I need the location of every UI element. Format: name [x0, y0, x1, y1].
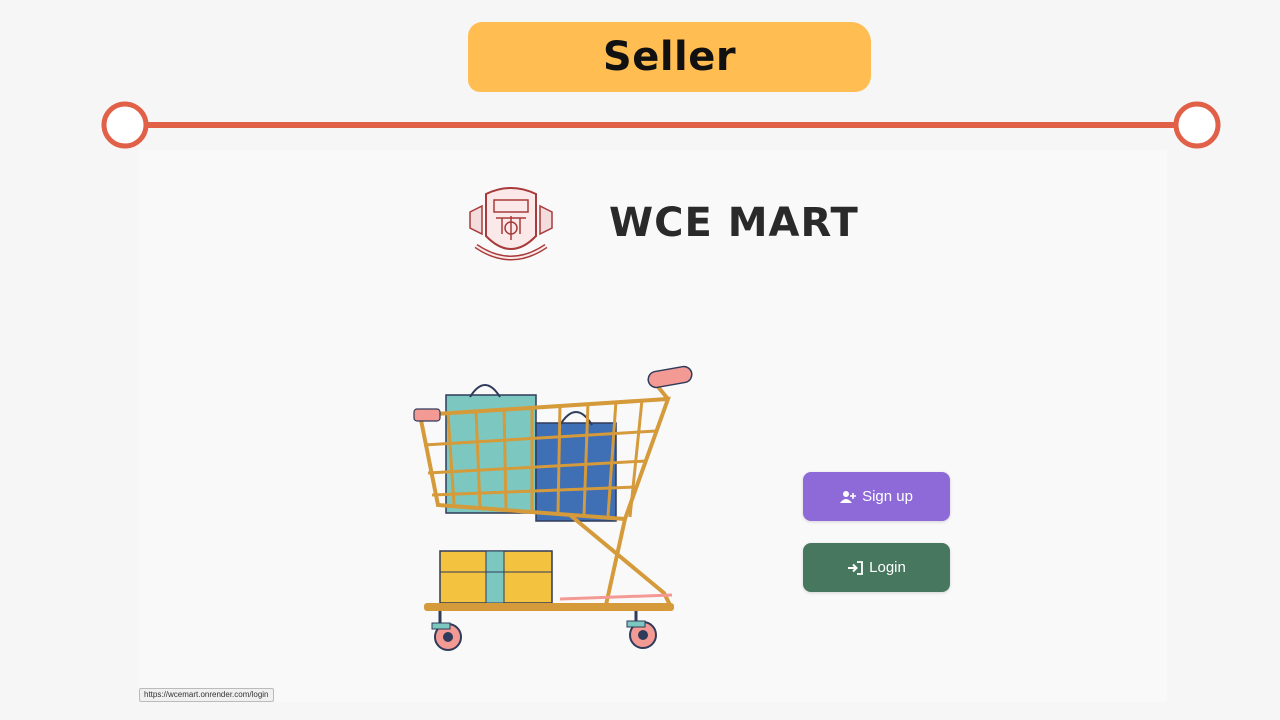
- timeline-end-node: [1173, 101, 1221, 149]
- login-label: Login: [869, 559, 906, 576]
- shopping-cart-illustration: [413, 365, 693, 651]
- slide-title-banner: Seller: [468, 22, 871, 92]
- sign-in-icon: [848, 560, 864, 575]
- signup-button[interactable]: Sign up: [803, 472, 950, 521]
- timeline-start-node: [101, 101, 149, 149]
- college-crest-icon: [469, 187, 553, 261]
- browser-status-url: https://wcemart.onrender.com/login: [139, 688, 274, 702]
- slide-title: Seller: [602, 34, 737, 80]
- signup-label: Sign up: [862, 488, 913, 505]
- brand-name: WCE MART: [609, 200, 859, 246]
- login-button[interactable]: Login: [803, 543, 950, 592]
- user-plus-icon: [840, 490, 857, 503]
- timeline-bar: [101, 101, 1221, 149]
